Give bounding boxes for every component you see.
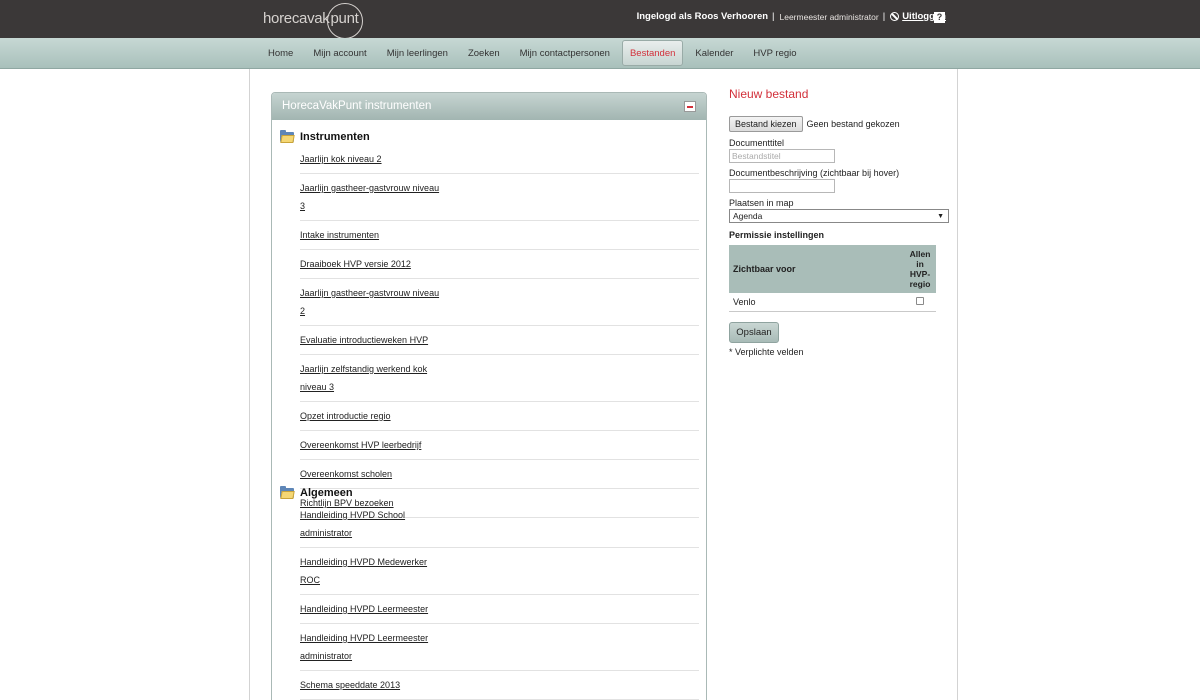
instruments-panel: HorecaVakPunt instrumenten Instrumenten J… [271,92,707,700]
list-item: Handleiding HVPD School administrator [300,501,699,548]
top-bar: horecavak punt Ingelogd als Roos Verhoore… [0,0,1200,39]
user-area: Ingelogd als Roos Verhooren | Leermeeste… [637,11,946,22]
dropdown-arrow-icon: ▼ [937,213,944,220]
checkbox-cell [904,293,936,312]
file-status: Geen bestand gekozen [806,119,900,129]
panel-header: HorecaVakPunt instrumenten [272,93,706,120]
nav-item-hvp-regio[interactable]: HVP regio [745,40,804,66]
logo-text-part-2: punt [326,2,363,39]
list-item: Evaluatie introductieweken HVP [300,326,699,355]
file-link[interactable]: Draaiboek HVP versie 2012 [300,255,440,273]
nav-item-kalender[interactable]: Kalender [687,40,741,66]
separator: | [882,11,886,22]
list-item: Jaarlijn gastheer-gastvrouw niveau 3 [300,174,699,221]
folder-label: Plaatsen in map [729,198,794,208]
required-note: * Verplichte velden [729,346,804,357]
nav-item-bestanden[interactable]: Bestanden [621,40,684,66]
column-header-all-region: Allen in HVP-regio [904,245,936,293]
file-link[interactable]: Overeenkomst scholen [300,465,440,483]
doc-desc-label: Documentbeschrijving (zichtbaar bij hove… [729,168,900,178]
list-item: Handleiding HVPD Leermeester [300,595,699,624]
file-link[interactable]: Jaarlijn gastheer-gastvrouw niveau 2 [300,284,440,320]
nav-item-home[interactable]: Home [260,40,301,66]
list-item: Intake instrumenten [300,221,699,250]
file-link[interactable]: Jaarlijn zelfstandig werkend kok niveau … [300,360,440,396]
file-section: Instrumenten Jaarlijn kok niveau 2 Jaarlij… [280,129,700,518]
file-link[interactable]: Handleiding HVPD Medewerker ROC [300,553,440,589]
user-role: Leermeester administrator [779,11,879,22]
logo[interactable]: horecavak punt [263,2,363,39]
list-item: Draaiboek HVP versie 2012 [300,250,699,279]
nav-item-mijn-contactpersonen[interactable]: Mijn contactpersonen [512,40,618,66]
logo-text-part-1: horecavak [263,9,330,27]
file-link[interactable]: Handleiding HVPD Leermeester [300,600,440,618]
section-header[interactable]: Instrumenten [280,129,700,145]
file-link[interactable]: Handleiding HVPD School administrator [300,506,440,542]
column-header-visible-for: Zichtbaar voor [729,245,904,293]
new-file-form: Nieuw bestand Bestand kiezen Geen bestan… [729,87,954,357]
list-item: Handleiding HVPD Leermeester administrat… [300,624,699,671]
doc-title-label: Documenttitel [729,138,785,148]
permissions-title: Permissie instellingen [729,230,825,240]
nav-item-zoeken[interactable]: Zoeken [460,40,508,66]
folder-select[interactable]: Agenda ▼ [729,209,949,223]
main-nav: Home Mijn account Mijn leerlingen Zoeken Mij… [260,40,809,66]
list-item: Overeenkomst HVP leerbedrijf [300,431,699,460]
region-name: Venlo [729,293,904,312]
section-header[interactable]: Algemeen [280,485,700,501]
folder-icon [280,485,295,499]
list-item: Jaarlijn zelfstandig werkend kok niveau … [300,355,699,402]
list-item: Handleiding HVPD Medewerker ROC [300,548,699,595]
file-link[interactable]: Opzet introductie regio [300,407,440,425]
panel-title: HorecaVakPunt instrumenten [282,100,432,112]
list-item: Jaarlijn kok niveau 2 [300,145,699,174]
file-link[interactable]: Schema speeddate 2013 [300,676,440,694]
file-link[interactable]: Intake instrumenten [300,226,440,244]
help-icon[interactable]: ? [934,12,945,23]
logged-in-label: Ingelogd als Roos Verhooren [636,11,769,22]
file-link[interactable]: Jaarlijn kok niveau 2 [300,150,440,168]
collapse-icon[interactable] [684,101,696,112]
choose-file-button[interactable]: Bestand kiezen [729,116,803,132]
permission-checkbox[interactable] [916,296,924,305]
list-item: Schema speeddate 2013 [300,671,699,700]
logout-icon[interactable] [890,12,900,21]
file-link[interactable]: Overeenkomst HVP leerbedrijf [300,436,440,454]
file-picker: Bestand kiezen Geen bestand gekozen [729,116,954,132]
file-link[interactable]: Jaarlijn gastheer-gastvrouw niveau 3 [300,179,440,215]
file-section: Algemeen Handleiding HVPD School administ… [280,485,700,700]
separator: | [772,11,775,22]
save-button[interactable]: Opslaan [729,321,779,343]
list-item: Opzet introductie regio [300,402,699,431]
nav-item-mijn-account[interactable]: Mijn account [305,40,374,66]
main-nav-bar: Home Mijn account Mijn leerlingen Zoeken Mij… [0,38,1200,69]
form-title: Nieuw bestand [729,87,809,101]
folder-select-value: Agenda [733,211,763,221]
file-link[interactable]: Evaluatie introductieweken HVP [300,331,440,349]
list-item: Jaarlijn gastheer-gastvrouw niveau 2 [300,279,699,326]
permissions-table: Zichtbaar voor Allen in HVP-regio Venlo [729,245,936,312]
table-row: Venlo [729,293,936,312]
section-title: Instrumenten [300,131,370,143]
file-link[interactable]: Handleiding HVPD Leermeester administrat… [300,629,440,665]
nav-item-mijn-leerlingen[interactable]: Mijn leerlingen [379,40,456,66]
doc-desc-input[interactable] [729,179,835,193]
section-title: Algemeen [300,487,353,499]
folder-icon [280,129,295,143]
doc-title-input[interactable]: Bestandstitel [729,149,835,163]
